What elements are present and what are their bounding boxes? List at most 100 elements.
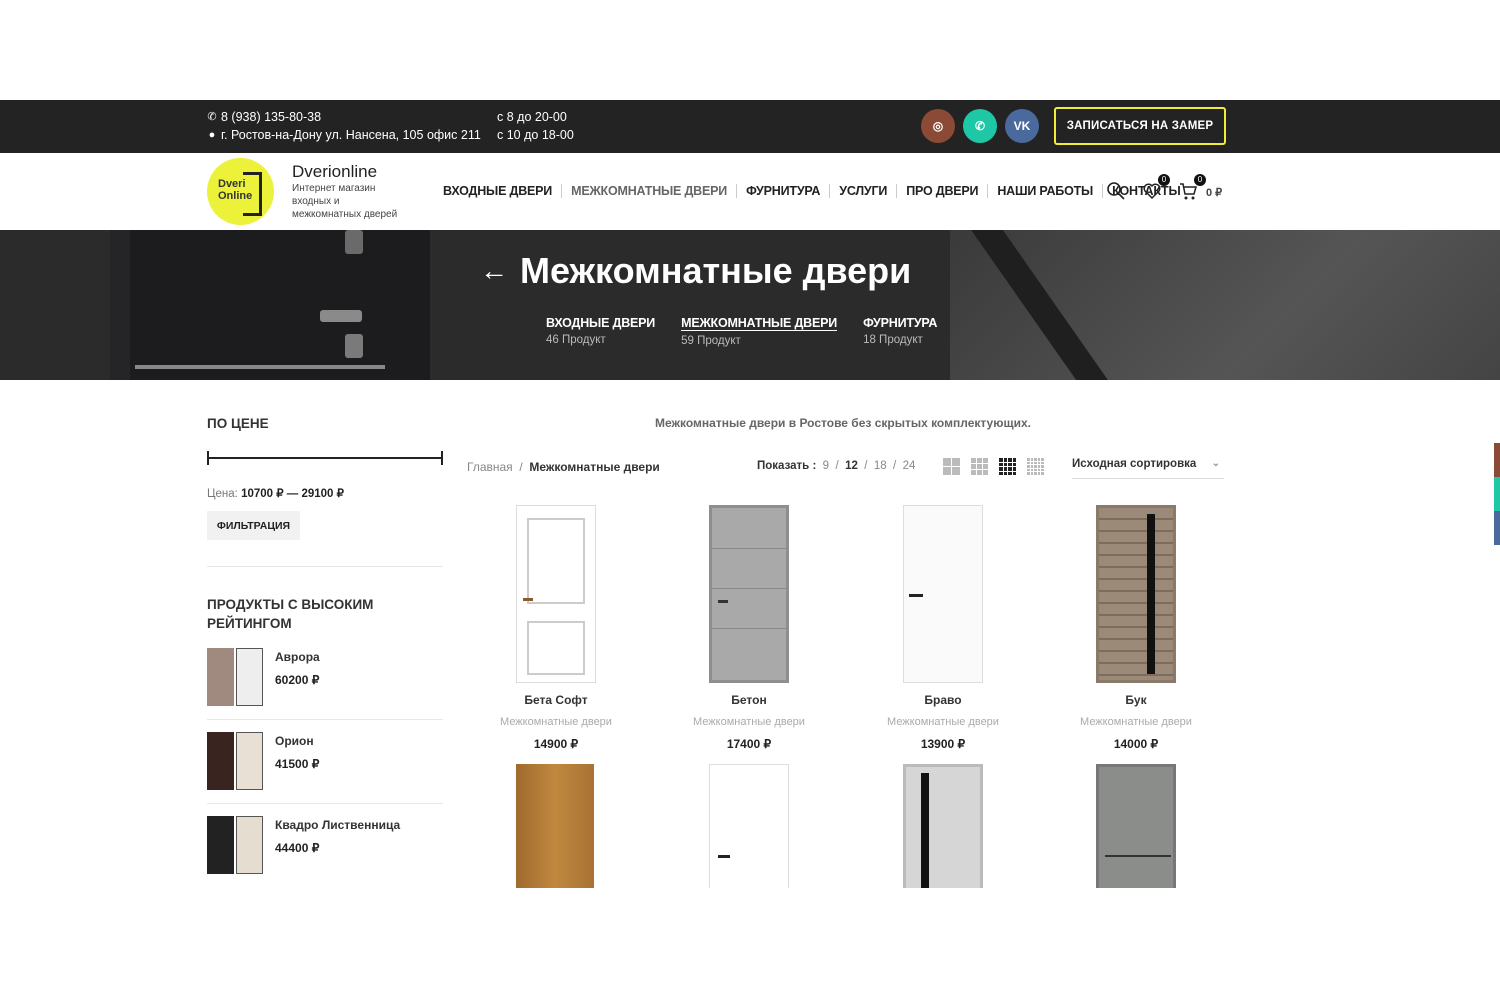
price-slider-max-handle[interactable] [441, 451, 443, 465]
location-pin-icon: ● [208, 129, 216, 141]
breadcrumb-home[interactable]: Главная [467, 460, 513, 474]
floating-whatsapp-tab[interactable] [1494, 477, 1500, 511]
grid-3-icon[interactable] [971, 458, 988, 475]
top-rated-item[interactable]: Аврора 60200 ₽ [207, 648, 443, 732]
hero-cat-count: 18 Продукт [863, 334, 923, 346]
hero-cat-count: 46 Продукт [546, 334, 606, 346]
instagram-icon[interactable]: ◎ [921, 109, 955, 143]
hero-door-sill [135, 365, 385, 369]
product-image[interactable] [709, 505, 789, 683]
address: г. Ростов-на-Дону ул. Нансена, 105 офис … [221, 128, 481, 142]
hours-weekdays: с 8 до 20-00 [497, 110, 567, 124]
contact-info: ✆ 8 (938) 135-80-38 ● г. Ростов-на-Дону ул… [207, 108, 481, 144]
product-name[interactable]: Бук [1046, 693, 1226, 707]
product-card[interactable]: Браво Межкомнатные двери 13900 ₽ [853, 505, 1033, 751]
nav-hardware[interactable]: ФУРНИТУРА [736, 184, 829, 198]
product-name[interactable]: Аврора [275, 650, 320, 664]
product-image[interactable] [1096, 764, 1176, 888]
product-name[interactable]: Квадро Лиственница [275, 818, 400, 832]
product-category[interactable]: Межкомнатные двери [466, 716, 646, 728]
breadcrumb: Главная / Межкомнатные двери [467, 460, 660, 474]
per-page-option[interactable]: 18 [874, 460, 887, 472]
product-card[interactable] [853, 764, 1033, 888]
product-card[interactable]: Бета Софт Межкомнатные двери 14900 ₽ [466, 505, 646, 751]
sidebar-divider [207, 566, 443, 567]
product-image[interactable] [709, 764, 789, 888]
logo-door-icon [243, 172, 262, 216]
product-card[interactable] [466, 764, 646, 888]
main-nav: ВХОДНЫЕ ДВЕРИ МЕЖКОМНАТНЫЕ ДВЕРИ ФУРНИТУ… [443, 184, 1190, 198]
cart-icon[interactable]: 0 [1178, 174, 1206, 203]
product-image[interactable] [516, 764, 596, 888]
nav-services[interactable]: УСЛУГИ [829, 184, 896, 198]
product-name[interactable]: Бета Софт [466, 693, 646, 707]
product-image[interactable] [1096, 505, 1176, 683]
brand-name: Dverionline [292, 162, 378, 181]
grid-5-icon[interactable] [1027, 458, 1044, 475]
price-range-value: 10700 ₽ — 29100 ₽ [241, 488, 344, 500]
product-thumbnail[interactable] [207, 732, 263, 790]
hero-cat-hardware[interactable]: ФУРНИТУРА 18 Продукт [863, 316, 937, 347]
floating-instagram-tab[interactable] [1494, 443, 1500, 477]
header-icons: 0 0 0 ₽ [1106, 174, 1222, 203]
grid-4-icon[interactable] [999, 458, 1016, 475]
grid-layout-switcher [943, 458, 1044, 475]
hero-door-image [110, 230, 430, 380]
nav-entrance-doors[interactable]: ВХОДНЫЕ ДВЕРИ [443, 184, 561, 198]
cart-sum[interactable]: 0 ₽ [1206, 186, 1222, 199]
wishlist-heart-icon[interactable]: 0 [1142, 174, 1170, 203]
nav-about-doors[interactable]: ПРО ДВЕРИ [896, 184, 987, 198]
product-image[interactable] [903, 764, 983, 888]
nav-our-works[interactable]: НАШИ РАБОТЫ [987, 184, 1102, 198]
product-image[interactable] [903, 505, 983, 683]
category-hero: ← Межкомнатные двери ВХОДНЫЕ ДВЕРИ 46 Пр… [0, 230, 1500, 380]
product-image[interactable] [516, 505, 596, 683]
filter-button[interactable]: ФИЛЬТРАЦИЯ [207, 511, 300, 540]
hero-cat-interior[interactable]: МЕЖКОМНАТНЫЕ ДВЕРИ 59 Продукт [681, 316, 837, 347]
top-rated-heading: ПРОДУКТЫ С ВЫСОКИМ РЕЙТИНГОМ [207, 597, 374, 631]
price-slider[interactable] [207, 451, 443, 465]
hero-handle-image [950, 230, 1500, 380]
per-page-option[interactable]: 24 [903, 460, 916, 472]
product-category[interactable]: Межкомнатные двери [1046, 716, 1226, 728]
vk-icon[interactable]: VK [1005, 109, 1039, 143]
product-name[interactable]: Браво [853, 693, 1033, 707]
search-icon[interactable] [1106, 181, 1128, 203]
phone-icon: ✆ [207, 111, 217, 123]
sort-select[interactable]: Исходная сортировка ⌄ [1072, 458, 1224, 479]
product-thumbnail[interactable] [207, 648, 263, 706]
per-page-option[interactable]: 9 [823, 460, 829, 472]
main-header: Dveri Online Dverionline Интернет магазин… [0, 153, 1500, 230]
working-hours: с 8 до 20-00 с 10 до 18-00 [497, 108, 574, 144]
phone-number[interactable]: 8 (938) 135-80-38 [221, 108, 321, 126]
back-arrow-icon[interactable]: ← [480, 255, 508, 287]
product-category[interactable]: Межкомнатные двери [853, 716, 1033, 728]
top-rated-item[interactable]: Квадро Лиственница 44400 ₽ [207, 816, 443, 900]
hero-cat-entrance[interactable]: ВХОДНЫЕ ДВЕРИ 46 Продукт [546, 316, 655, 347]
hero-cat-name: ФУРНИТУРА [863, 316, 938, 330]
price-slider-min-handle[interactable] [207, 451, 209, 465]
product-card[interactable]: Бук Межкомнатные двери 14000 ₽ [1046, 505, 1226, 751]
grid-2-icon[interactable] [943, 458, 960, 475]
product-card[interactable] [1046, 764, 1226, 888]
product-price: 44400 ₽ [275, 841, 320, 855]
per-page-option-active[interactable]: 12 [845, 460, 858, 472]
top-bar: ✆ 8 (938) 135-80-38 ● г. Ростов-на-Дону ул… [0, 100, 1500, 153]
floating-vk-tab[interactable] [1494, 511, 1500, 545]
product-name[interactable]: Орион [275, 734, 314, 748]
product-name[interactable]: Бетон [659, 693, 839, 707]
product-thumbnail[interactable] [207, 816, 263, 874]
product-card[interactable] [659, 764, 839, 888]
nav-interior-doors[interactable]: МЕЖКОМНАТНЫЕ ДВЕРИ [561, 184, 736, 198]
breadcrumb-current: Межкомнатные двери [529, 460, 660, 474]
site-logo[interactable]: Dveri Online [207, 158, 274, 225]
product-card[interactable]: Бетон Межкомнатные двери 17400 ₽ [659, 505, 839, 751]
whatsapp-icon[interactable]: ✆ [963, 109, 997, 143]
brand-tagline: Интернет магазин входных и межкомнатных … [292, 183, 398, 220]
top-rated-item[interactable]: Орион 41500 ₽ [207, 732, 443, 816]
product-category[interactable]: Межкомнатные двери [659, 716, 839, 728]
page-title-text: Межкомнатные двери [520, 250, 912, 291]
book-measurement-button[interactable]: ЗАПИСАТЬСЯ НА ЗАМЕР [1054, 107, 1226, 145]
product-price: 14900 ₽ [533, 737, 579, 751]
product-price: 60200 ₽ [275, 673, 320, 687]
